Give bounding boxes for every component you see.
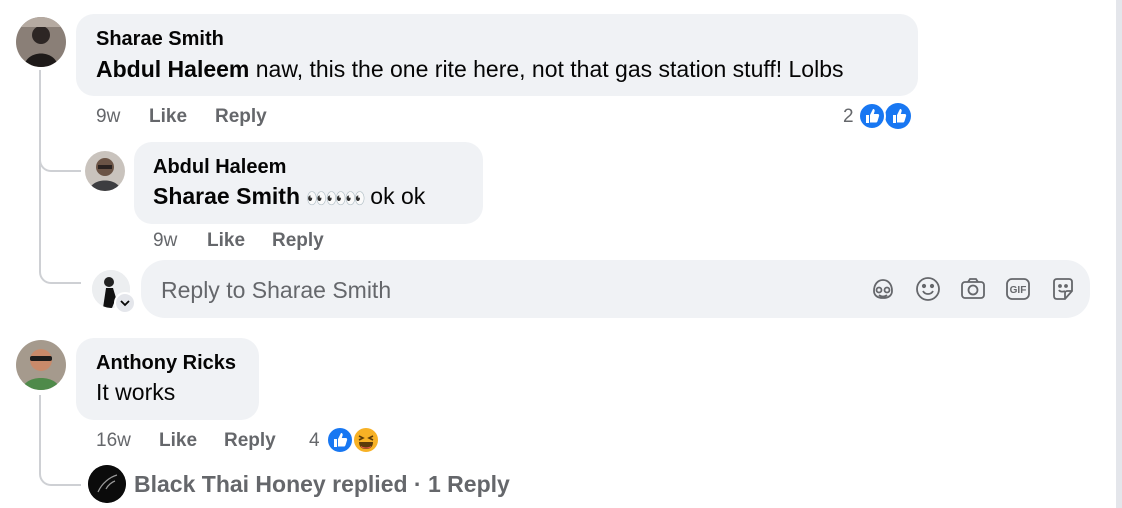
reply-time[interactable]: 9w [153, 230, 177, 252]
reply-button[interactable]: Reply [215, 106, 267, 128]
comment-body: naw, this the one rite here, not that ga… [249, 56, 844, 82]
eyes-emoji: 👀👀👀 [306, 189, 365, 208]
comment-author[interactable]: Anthony Ricks [96, 352, 236, 375]
svg-text:GIF: GIF [1010, 285, 1027, 296]
comment-bubble [76, 14, 918, 96]
view-replies-link[interactable]: Black Thai Honey replied · 1 Reply [134, 471, 510, 498]
reaction-count[interactable]: 2 [843, 106, 854, 128]
reply-author[interactable]: Abdul Haleem [153, 156, 286, 179]
comment-author[interactable]: Sharae Smith [96, 28, 224, 51]
emoji-icon[interactable] [913, 274, 943, 304]
avatar[interactable] [88, 465, 126, 503]
chevron-down-icon[interactable] [114, 292, 136, 314]
like-icon[interactable] [884, 102, 912, 130]
like-button[interactable]: Like [149, 106, 187, 128]
reaction-count[interactable]: 4 [309, 430, 320, 452]
avatar[interactable] [16, 340, 66, 390]
scrollbar[interactable] [1116, 0, 1122, 508]
like-icon[interactable] [325, 425, 355, 455]
haha-icon[interactable] [351, 425, 381, 455]
avatar[interactable] [16, 17, 66, 67]
like-button[interactable]: Like [207, 230, 245, 252]
reply-button[interactable]: Reply [272, 230, 324, 252]
thread-connector-reply [39, 150, 81, 172]
reply-button[interactable]: Reply [224, 430, 276, 452]
reply-input[interactable] [159, 260, 843, 320]
reply-input-box: GIF [141, 260, 1090, 320]
comment-body: It works [96, 379, 176, 405]
sticker-icon[interactable] [1048, 274, 1078, 304]
comment-time[interactable]: 16w [96, 430, 131, 452]
reply-body: ok ok [363, 183, 426, 209]
comment-text: Abdul Haleem naw, this the one rite here… [96, 56, 844, 83]
mention-link[interactable]: Sharae Smith [153, 183, 300, 209]
reply-count: 1 Reply [427, 471, 510, 497]
like-button[interactable]: Like [159, 430, 197, 452]
avatar-sticker-icon[interactable] [868, 274, 898, 304]
reply-text: Sharae Smith 👀👀👀 ok ok [153, 183, 425, 210]
camera-icon[interactable] [958, 274, 988, 304]
mention-link[interactable]: Abdul Haleem [96, 56, 249, 82]
thread-connector-replied [39, 440, 81, 486]
thread-connector-replybox [39, 170, 81, 284]
avatar[interactable] [85, 151, 125, 191]
like-icon[interactable] [857, 101, 887, 131]
gif-icon[interactable]: GIF [1003, 274, 1033, 304]
separator: · [407, 471, 428, 497]
replied-name: Black Thai Honey replied [134, 471, 408, 497]
comment-time[interactable]: 9w [96, 106, 120, 128]
